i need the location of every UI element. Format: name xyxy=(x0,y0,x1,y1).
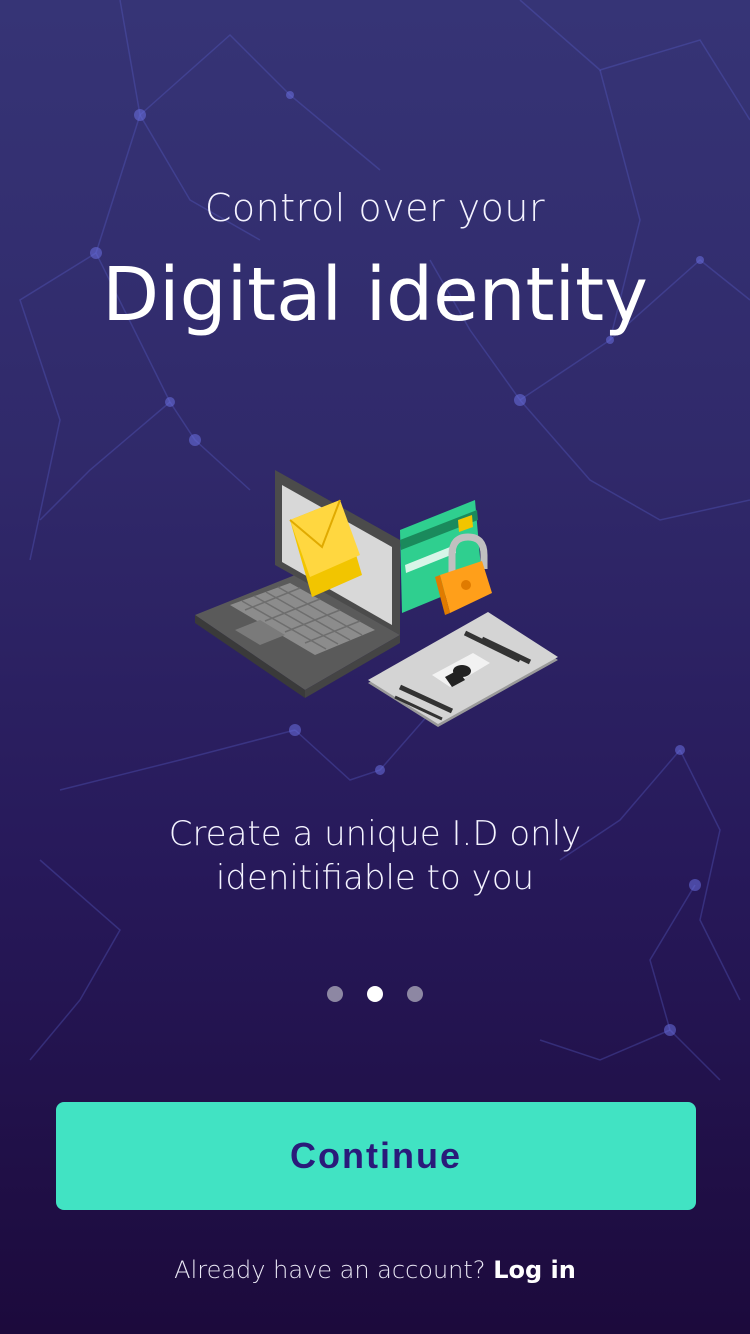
digital-identity-illustration xyxy=(195,470,558,727)
page-dot-1[interactable] xyxy=(327,986,343,1002)
login-row: Already have an account? Log in xyxy=(0,1256,750,1284)
login-prompt: Already have an account? xyxy=(174,1256,486,1284)
page-title: Digital identity xyxy=(102,252,648,338)
continue-button[interactable]: Continue xyxy=(56,1102,696,1210)
page-indicator xyxy=(0,986,750,1002)
laptop-icon xyxy=(195,470,400,698)
continue-button-label: Continue xyxy=(290,1135,462,1176)
onboarding-description: Create a unique I.D only idenitifiable t… xyxy=(168,814,582,898)
login-link[interactable]: Log in xyxy=(493,1256,576,1284)
page-dot-3[interactable] xyxy=(407,986,423,1002)
page-dot-2-active[interactable] xyxy=(367,986,383,1002)
header-subtitle: Control over your xyxy=(204,186,546,230)
